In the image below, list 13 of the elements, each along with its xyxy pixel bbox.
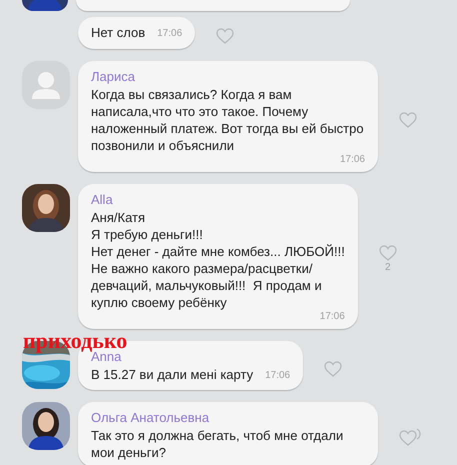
message-time: 17:06 [157, 27, 182, 41]
message-time: 17:06 [340, 154, 365, 166]
sender-name: Alla [91, 191, 114, 209]
message-time: 17:06 [265, 369, 290, 383]
sender-name: Ольга Анатольевна [91, 409, 210, 427]
message-text: Когда вы связались? Когда я вам написала,что что это такое. Почему наложенный платеж. Вот тогда вы ей быстро позвонили и объяснили [91, 86, 365, 154]
message-time: 17:06 [320, 311, 345, 323]
message-text: В 15.27 ви дали мені карту [91, 366, 254, 384]
message-text: Так это я должна бегать, чтоб мне отдали мои деньги? [91, 427, 344, 461]
sender-name: Лариса [91, 68, 136, 86]
message-text: Аня/Катя Я требую деньги!!! Нет денег - дайте мне комбез... ЛЮБОЙ!!! Не важно какого размера/расцветки/ девчаций, мальчуковый!!! Я продам и куплю своему ребёнку [91, 209, 345, 311]
message-text: Нет слов [91, 24, 146, 42]
like-count: 2 [385, 260, 391, 274]
